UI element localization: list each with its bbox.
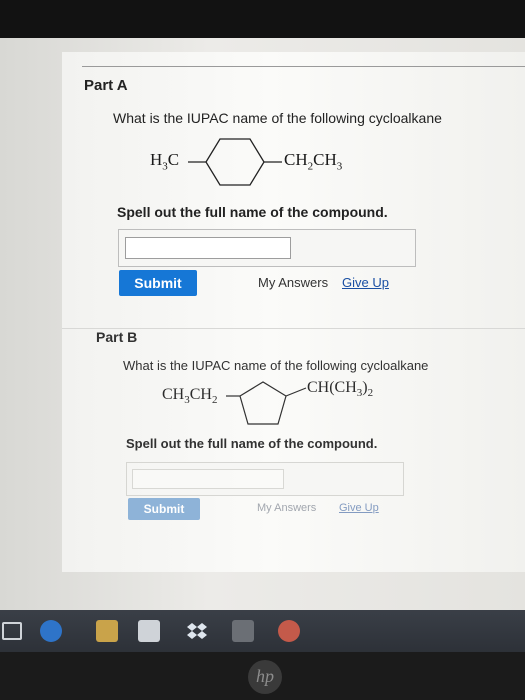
file-explorer-icon[interactable] bbox=[96, 620, 118, 642]
part-a-answer-input[interactable] bbox=[125, 237, 291, 259]
part-b-give-up-link[interactable]: Give Up bbox=[339, 502, 379, 514]
chrome-icon[interactable] bbox=[278, 620, 300, 642]
app-icon[interactable] bbox=[232, 620, 254, 642]
hp-logo: hp bbox=[248, 660, 282, 694]
part-a-left-substituent: H3C bbox=[150, 150, 180, 173]
windows-start-icon[interactable] bbox=[2, 622, 22, 640]
part-b-instruction: Spell out the full name of the compound. bbox=[126, 436, 378, 451]
part-b-right-substituent: CH(CH3)2 bbox=[307, 379, 374, 400]
windows-taskbar bbox=[0, 610, 525, 652]
part-b-title: Part B bbox=[96, 329, 138, 345]
part-b-structure: CH3CH2 CH(CH3)2 bbox=[162, 378, 422, 440]
part-a-question: What is the IUPAC name of the following … bbox=[113, 110, 442, 126]
part-b-submit-button[interactable]: Submit bbox=[128, 498, 200, 520]
browser-viewport: Part A What is the IUPAC name of the fol… bbox=[0, 38, 525, 610]
store-icon[interactable] bbox=[138, 620, 160, 642]
dropbox-icon[interactable] bbox=[186, 620, 208, 642]
part-a-instruction: Spell out the full name of the compound. bbox=[117, 204, 388, 220]
part-b-answer-input[interactable] bbox=[132, 469, 284, 489]
part-a-my-answers-link[interactable]: My Answers bbox=[258, 275, 328, 290]
part-a-submit-button[interactable]: Submit bbox=[119, 270, 197, 296]
part-b-question: What is the IUPAC name of the following … bbox=[123, 358, 429, 373]
part-a-give-up-link[interactable]: Give Up bbox=[342, 275, 389, 290]
monitor-bezel-top bbox=[0, 0, 525, 40]
part-b-my-answers-link[interactable]: My Answers bbox=[257, 502, 316, 514]
part-a-structure: H3C CH2CH3 bbox=[150, 136, 400, 188]
part-a-right-substituent: CH2CH3 bbox=[284, 150, 343, 173]
top-divider bbox=[82, 66, 525, 67]
part-a-title: Part A bbox=[84, 77, 128, 94]
part-b-left-substituent: CH3CH2 bbox=[162, 386, 218, 407]
edge-icon[interactable] bbox=[40, 620, 62, 642]
cyclohexane-ring-icon bbox=[188, 138, 282, 186]
